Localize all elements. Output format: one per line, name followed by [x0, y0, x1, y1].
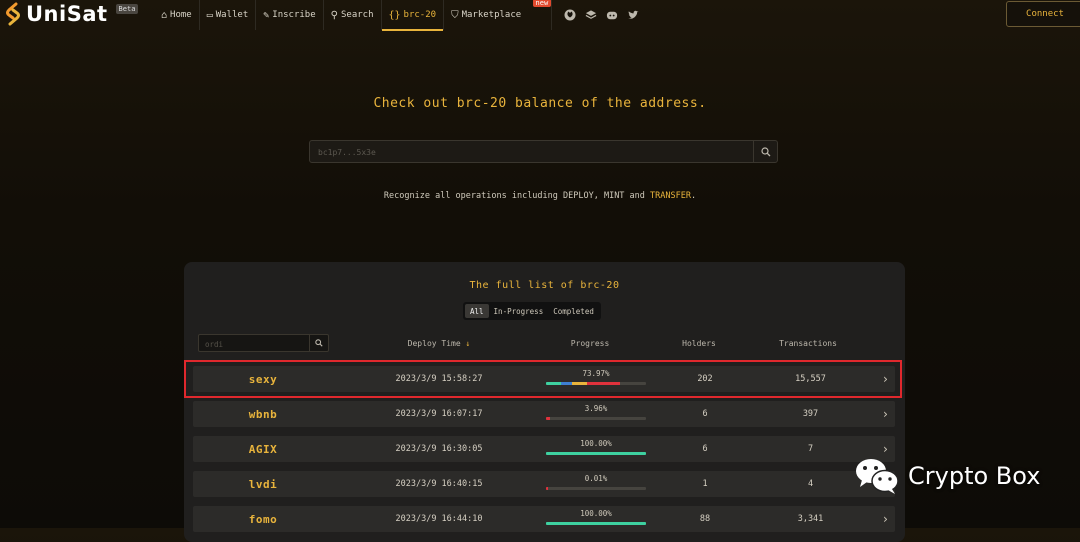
discord-icon[interactable] — [606, 9, 618, 21]
social-links — [564, 9, 639, 21]
progress-fill — [546, 452, 646, 455]
home-icon: ⌂ — [161, 9, 168, 21]
search-icon — [315, 339, 323, 347]
progress-bar — [546, 522, 646, 525]
stack-icon[interactable] — [585, 9, 597, 21]
progress-label: 0.01% — [584, 474, 608, 483]
twitter-icon[interactable] — [627, 9, 639, 21]
top-nav: UniSat Beta ⌂ Home ▭ Wallet ✎ Inscribe ⚲ Search… — [0, 0, 1080, 31]
progress-cell: 100.00% — [546, 506, 646, 532]
progress-cell: 100.00% — [546, 436, 646, 462]
wallet-icon: ▭ — [206, 9, 213, 21]
address-search — [309, 140, 778, 163]
recognize-prefix: Recognize all operations including DEPLO… — [383, 191, 651, 201]
progress-label: 3.96% — [584, 404, 608, 413]
nav-item-brc-20[interactable]: {} brc-20 — [381, 0, 445, 31]
unisat-logo[interactable]: UniSat Beta — [4, 2, 139, 26]
github-icon[interactable] — [564, 9, 576, 21]
chevron-right-icon[interactable]: › — [882, 401, 889, 427]
progress-fill — [546, 417, 550, 420]
deploy-time: 2023/3/9 16:07:17 — [395, 409, 483, 419]
progress-label: 100.00% — [580, 439, 612, 448]
list-title: The full list of brc-20 — [469, 280, 620, 291]
nav-item-label: Search — [340, 10, 374, 20]
progress-bar — [546, 452, 646, 455]
progress-header: Progress — [570, 339, 610, 348]
nav-item-home[interactable]: ⌂ Home — [154, 0, 200, 30]
new-badge: new — [532, 0, 552, 7]
chevron-right-icon[interactable]: › — [882, 506, 889, 532]
nav-item-label: Home — [170, 10, 192, 20]
deploy-time-header[interactable]: Deploy Time ↓ — [389, 339, 489, 348]
holders: 88 — [699, 514, 711, 524]
unisat-logo-icon — [6, 2, 20, 26]
highlight-box — [184, 360, 902, 398]
progress-fill — [546, 522, 646, 525]
ticker-filter-input[interactable] — [203, 337, 311, 351]
watermark: Crypto Box — [854, 456, 1040, 496]
transfer-highlight: TRANSFER — [650, 191, 691, 201]
progress-label: 100.00% — [580, 509, 612, 518]
table-row[interactable]: lvdi2023/3/9 16:40:150.01%14› — [193, 471, 895, 497]
pencil-icon: ✎ — [263, 9, 270, 21]
connect-button[interactable]: Connect — [1006, 1, 1080, 27]
nav-item-label: Inscribe — [272, 10, 316, 20]
ticker: wbnb — [248, 407, 278, 421]
transactions: 3,341 — [797, 514, 824, 524]
holders: 1 — [702, 479, 708, 489]
holders-header: Holders — [682, 339, 716, 348]
holders: 6 — [702, 409, 708, 419]
deploy-time: 2023/3/9 16:40:15 — [395, 479, 483, 489]
tab-all[interactable]: All — [465, 304, 489, 318]
nav-item-inscribe[interactable]: ✎ Inscribe — [256, 0, 324, 30]
brand-name: UniSat — [26, 2, 108, 26]
nav-item-marketplace[interactable]: ⛉ Marketplace new — [444, 0, 553, 30]
beta-badge: Beta — [115, 4, 139, 14]
address-input[interactable] — [316, 144, 756, 161]
deploy-time: 2023/3/9 16:30:05 — [395, 444, 483, 454]
table-row[interactable]: AGIX 2023/3/9 16:30:05 100.00% 6 7 › — [193, 436, 895, 462]
bag-icon: ⛉ — [451, 9, 459, 21]
ticker: fomo — [248, 512, 278, 526]
braces-icon: {} — [388, 9, 401, 21]
brc20-list-panel: The full list of brc-20 All In-Progress Co… — [184, 262, 905, 542]
recognize-suffix: . — [690, 191, 697, 201]
wechat-icon — [856, 459, 899, 494]
filter-tabs: All In-Progress Completed — [463, 302, 601, 320]
tab-completed[interactable]: Completed — [548, 304, 599, 318]
transactions: 397 — [802, 409, 819, 419]
transactions: 4 — [807, 479, 814, 489]
progress-fill — [546, 487, 548, 490]
table-row[interactable]: fomo 2023/3/9 16:44:10 100.00% 88 3,341 › — [193, 506, 895, 532]
hero-title: Check out brc-20 balance of the address. — [373, 96, 707, 111]
transactions: 7 — [807, 444, 814, 454]
progress-bar — [546, 487, 646, 490]
sort-arrow-icon: ↓ — [465, 339, 471, 348]
nav-item-wallet[interactable]: ▭ Wallet — [200, 0, 257, 30]
ticker: AGIX — [248, 442, 278, 456]
holders: 6 — [702, 444, 708, 454]
tab-in-progress[interactable]: In-Progress — [489, 304, 549, 318]
nav-menu: ⌂ Home ▭ Wallet ✎ Inscribe ⚲ Search{} brc-20 ⛉ Mar… — [154, 0, 639, 31]
progress-bar — [546, 417, 646, 420]
deploy-time: 2023/3/9 16:44:10 — [395, 514, 483, 524]
progress-cell: 0.01% — [546, 471, 646, 497]
progress-cell: 3.96% — [546, 401, 646, 427]
nav-item-label: Marketplace — [461, 10, 522, 20]
transactions-header: Transactions — [779, 339, 837, 348]
deploy-time-label: Deploy Time — [407, 339, 461, 348]
search-icon: ⚲ — [330, 9, 338, 21]
recognize-text: Recognize all operations including DEPLO… — [0, 191, 1080, 201]
nav-item-label: Wallet — [215, 10, 249, 20]
nav-item-search[interactable]: ⚲ Search — [324, 0, 382, 30]
search-icon — [760, 146, 770, 156]
ticker-filter — [198, 334, 329, 352]
ticker-filter-button[interactable] — [309, 335, 328, 351]
table-row[interactable]: wbnb 2023/3/9 16:07:17 3.96% 6 397 › — [193, 401, 895, 427]
address-search-button[interactable] — [753, 141, 777, 162]
watermark-text: Crypto Box — [908, 462, 1041, 490]
nav-item-label: brc-20 — [403, 10, 437, 20]
ticker: lvdi — [248, 477, 278, 491]
